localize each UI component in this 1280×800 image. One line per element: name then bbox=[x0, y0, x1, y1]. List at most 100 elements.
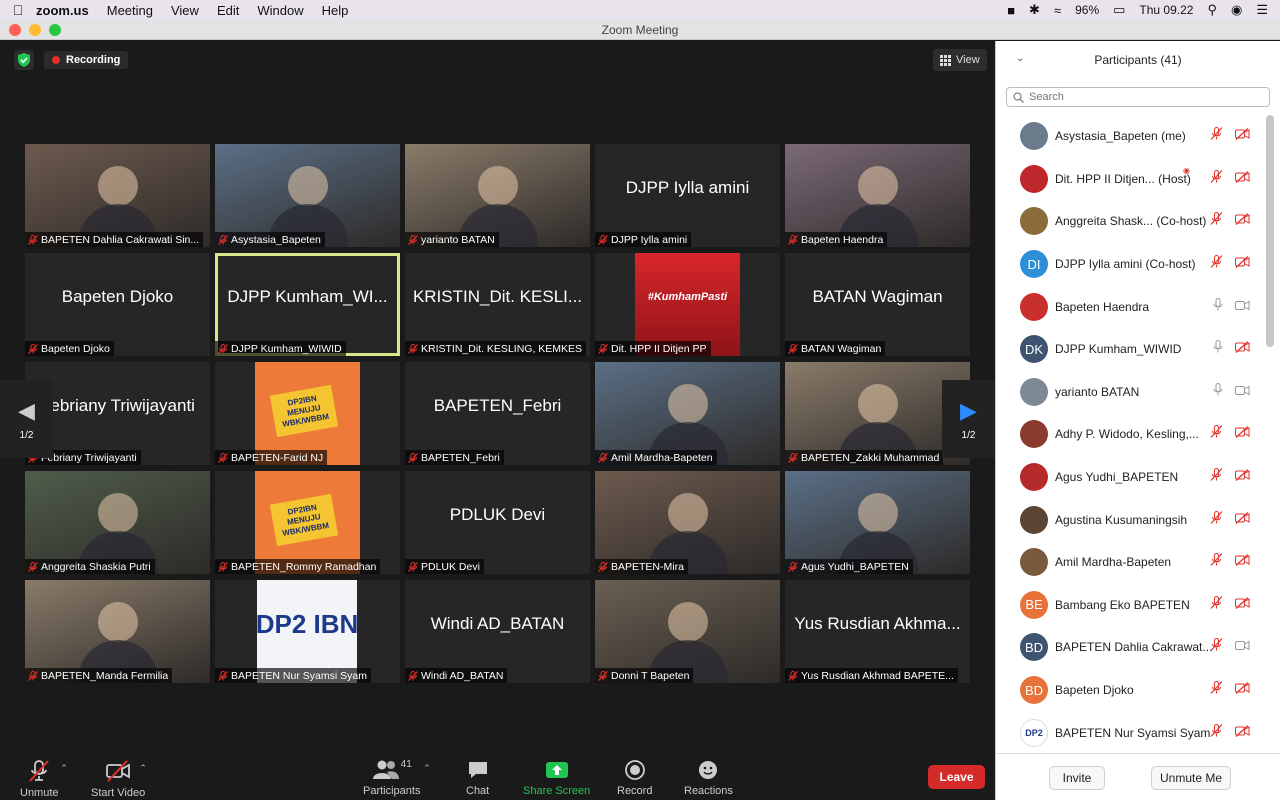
unmute-me-button[interactable]: Unmute Me bbox=[1151, 766, 1231, 790]
close-window-button[interactable] bbox=[9, 24, 21, 36]
mic-muted-icon[interactable] bbox=[1210, 681, 1223, 699]
participant-row[interactable]: Agus Yudhi_BAPETEN bbox=[996, 456, 1264, 499]
mic-muted-icon[interactable] bbox=[1210, 212, 1223, 230]
bluetooth-icon[interactable]: ✱ bbox=[1029, 2, 1040, 18]
mic-muted-icon[interactable] bbox=[1210, 638, 1223, 656]
participant-row[interactable]: Amil Mardha-Bapeten bbox=[996, 541, 1264, 584]
video-off-icon[interactable] bbox=[1235, 425, 1250, 443]
mic-muted-icon[interactable] bbox=[1210, 553, 1223, 571]
video-off-icon[interactable] bbox=[1235, 511, 1250, 529]
share-screen-button[interactable]: Share Screen bbox=[523, 759, 590, 797]
apple-icon[interactable]:  bbox=[0, 2, 36, 18]
participants-button[interactable]: 41 Participants bbox=[363, 759, 420, 797]
menu-help[interactable]: Help bbox=[322, 3, 349, 18]
video-tile[interactable]: Bapeten Djoko Bapeten Djoko bbox=[25, 253, 210, 356]
video-tile[interactable]: Amil Mardha-Bapeten bbox=[595, 362, 780, 465]
participant-row[interactable]: Adhy P. Widodo, Kesling,... bbox=[996, 413, 1264, 456]
video-icon[interactable] bbox=[1235, 638, 1250, 656]
minimize-window-button[interactable] bbox=[29, 24, 41, 36]
collapse-panel-chevron-icon[interactable]: ⌄ bbox=[1016, 53, 1024, 64]
leave-button[interactable]: Leave bbox=[928, 765, 985, 789]
video-tile[interactable]: Windi AD_BATAN Windi AD_BATAN bbox=[405, 580, 590, 683]
participant-row[interactable]: yarianto BATAN bbox=[996, 371, 1264, 414]
video-tile[interactable]: BAPETEN_Manda Fermilia bbox=[25, 580, 210, 683]
video-off-icon[interactable] bbox=[1235, 212, 1250, 230]
video-tile[interactable]: Yus Rusdian Akhma... Yus Rusdian Akhmad B… bbox=[785, 580, 970, 683]
participant-row[interactable]: BD BAPETEN Dahlia Cakrawat... bbox=[996, 626, 1264, 669]
participants-search-input[interactable] bbox=[1029, 91, 1249, 103]
video-off-icon[interactable] bbox=[1235, 681, 1250, 699]
video-tile[interactable]: DJPP Iylla amini DJPP Iylla amini bbox=[595, 144, 780, 247]
unmute-button[interactable]: Unmute bbox=[20, 759, 59, 799]
menu-meeting[interactable]: Meeting bbox=[107, 3, 153, 18]
zoom-status-icon[interactable]: ■ bbox=[1007, 3, 1015, 18]
menu-window[interactable]: Window bbox=[257, 3, 303, 18]
participants-scrollbar[interactable] bbox=[1266, 115, 1274, 347]
participant-row[interactable]: DP2 BAPETEN Nur Syamsi Syam bbox=[996, 711, 1264, 754]
participant-row[interactable]: Anggreita Shask... (Co-host) bbox=[996, 200, 1264, 243]
video-off-icon[interactable] bbox=[1235, 596, 1250, 614]
prev-page-button[interactable]: ◀ 1/2 bbox=[0, 380, 53, 458]
participant-row[interactable]: DI DJPP Iylla amini (Co-host) bbox=[996, 243, 1264, 286]
video-off-icon[interactable] bbox=[1235, 724, 1250, 742]
participant-row[interactable]: BD Bapeten Djoko bbox=[996, 669, 1264, 712]
menubar-clock[interactable]: Thu 09.22 bbox=[1139, 3, 1193, 17]
participant-row[interactable]: Asystasia_Bapeten (me) bbox=[996, 115, 1264, 158]
participant-row[interactable]: Bapeten Haendra bbox=[996, 285, 1264, 328]
mic-muted-icon[interactable] bbox=[1210, 169, 1223, 188]
mic-icon[interactable] bbox=[1213, 340, 1223, 358]
video-tile[interactable]: BAPETEN_Febri BAPETEN_Febri bbox=[405, 362, 590, 465]
video-tile[interactable]: BATAN Wagiman BATAN Wagiman bbox=[785, 253, 970, 356]
mic-muted-icon[interactable] bbox=[1210, 468, 1223, 486]
mic-icon[interactable] bbox=[1213, 297, 1223, 316]
mic-muted-icon[interactable] bbox=[1210, 425, 1223, 443]
control-center-icon[interactable]: ☰ bbox=[1256, 2, 1268, 18]
encryption-shield-icon[interactable] bbox=[14, 50, 34, 70]
video-off-icon[interactable] bbox=[1235, 340, 1250, 358]
chat-button[interactable]: Chat bbox=[466, 759, 489, 797]
video-tile[interactable]: Donni T Bapeten bbox=[595, 580, 780, 683]
battery-icon[interactable]: ▭ bbox=[1113, 2, 1125, 18]
view-button[interactable]: View bbox=[933, 49, 987, 71]
invite-button[interactable]: Invite bbox=[1049, 766, 1105, 790]
video-icon[interactable] bbox=[1235, 383, 1250, 401]
video-tile[interactable]: BAPETEN-Mira bbox=[595, 471, 780, 574]
mic-muted-icon[interactable] bbox=[1210, 127, 1223, 145]
next-page-button[interactable]: ▶ 1/2 bbox=[942, 380, 995, 458]
video-tile[interactable]: Anggreita Shaskia Putri bbox=[25, 471, 210, 574]
video-off-icon[interactable] bbox=[1235, 553, 1250, 571]
participant-row[interactable]: BE Bambang Eko BAPETEN bbox=[996, 584, 1264, 627]
recording-indicator[interactable]: Recording bbox=[44, 51, 129, 69]
video-tile[interactable]: BAPETEN Dahlia Cakrawati Sin... bbox=[25, 144, 210, 247]
mic-muted-icon[interactable] bbox=[1210, 255, 1223, 273]
video-off-icon[interactable] bbox=[1235, 170, 1250, 188]
video-tile[interactable]: DP2IBN MENUJU WBK/WBBM BAPETEN_Rommy Rama… bbox=[215, 471, 400, 574]
video-off-icon[interactable] bbox=[1235, 255, 1250, 273]
wifi-icon[interactable]: ≈ bbox=[1054, 3, 1061, 18]
video-tile[interactable]: yarianto BATAN bbox=[405, 144, 590, 247]
video-tile[interactable]: DJPP Kumham_WI... DJPP Kumham_WIWID bbox=[215, 253, 400, 356]
video-icon[interactable] bbox=[1235, 298, 1250, 316]
video-tile[interactable]: KRISTIN_Dit. KESLI... KRISTIN_Dit. KESLIN… bbox=[405, 253, 590, 356]
menu-app[interactable]: zoom.us bbox=[36, 3, 89, 18]
video-tile[interactable]: #KumhamPasti Dit. HPP II Ditjen PP bbox=[595, 253, 780, 356]
menu-edit[interactable]: Edit bbox=[217, 3, 239, 18]
mic-muted-icon[interactable] bbox=[1210, 510, 1223, 529]
video-tile[interactable]: Bapeten Haendra bbox=[785, 144, 970, 247]
record-button[interactable]: Record bbox=[617, 759, 652, 797]
video-tile[interactable]: PDLUK Devi PDLUK Devi bbox=[405, 471, 590, 574]
start-video-button[interactable]: Start Video bbox=[91, 759, 145, 799]
video-off-icon[interactable] bbox=[1235, 127, 1250, 145]
video-off-icon[interactable] bbox=[1235, 468, 1250, 486]
mic-muted-icon[interactable] bbox=[1210, 723, 1223, 742]
video-tile[interactable]: Asystasia_Bapeten bbox=[215, 144, 400, 247]
video-tile[interactable]: DP2 IBN BAPETEN Nur Syamsi Syam bbox=[215, 580, 400, 683]
spotlight-search-icon[interactable]: ⚲ bbox=[1207, 2, 1217, 18]
video-tile[interactable]: Agus Yudhi_BAPETEN bbox=[785, 471, 970, 574]
participant-row[interactable]: Agustina Kusumaningsih bbox=[996, 498, 1264, 541]
reactions-button[interactable]: Reactions bbox=[684, 759, 733, 797]
video-tile[interactable]: DP2IBN MENUJU WBK/WBBM BAPETEN-Farid NJ bbox=[215, 362, 400, 465]
mic-icon[interactable] bbox=[1213, 382, 1223, 401]
participant-row[interactable]: Dit. HPP II Ditjen... (Host) ◉ bbox=[996, 158, 1264, 201]
zoom-window-button[interactable] bbox=[49, 24, 61, 36]
